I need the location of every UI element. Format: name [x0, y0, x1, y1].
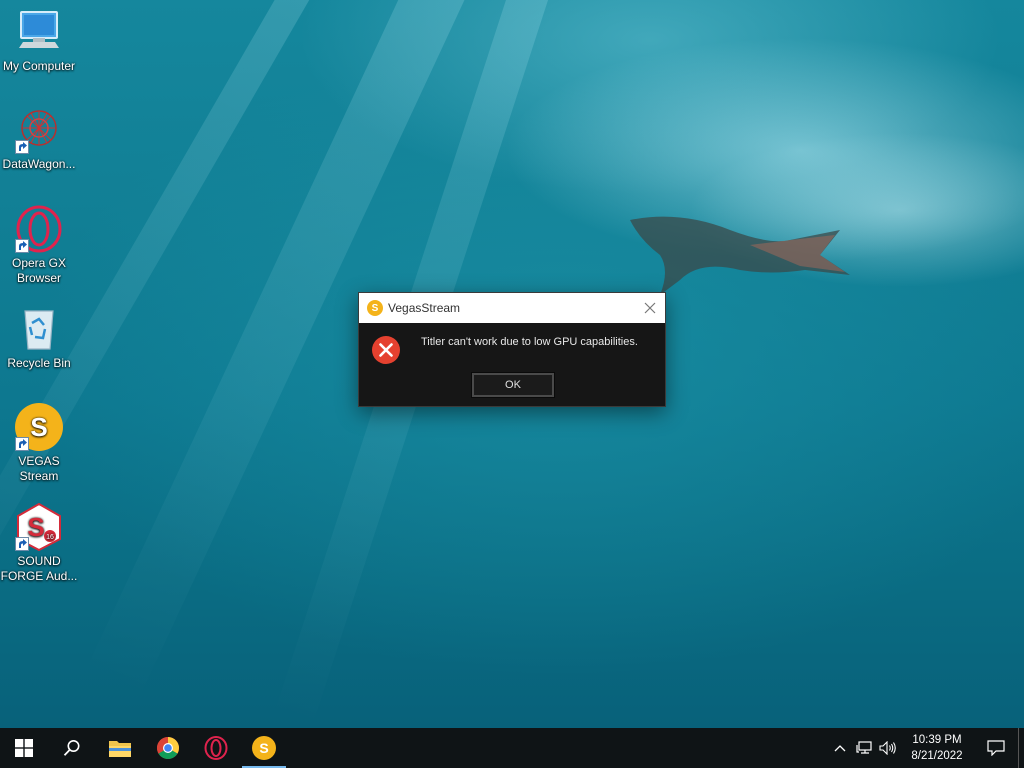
desktop-icon-vegas-stream[interactable]: S VEGAS Stream [0, 403, 78, 484]
dialog-message: Titler can't work due to low GPU capabil… [421, 336, 638, 348]
taskbar: S 10:39 PM 8/21/2022 [0, 728, 1024, 768]
chrome-icon [157, 737, 179, 759]
sound-forge-icon: S 16 [15, 502, 63, 552]
network-button[interactable] [852, 728, 876, 768]
volume-icon [879, 741, 896, 755]
desktop-icon-label: My Computer [2, 59, 76, 73]
svg-text:S: S [30, 412, 47, 442]
error-dialog: S VegasStream Titler can't work due to l… [358, 292, 666, 407]
desktop-icon-label: Opera GX Browser [11, 256, 67, 285]
opera-gx-icon [15, 205, 63, 253]
desktop-icon-label: SOUND FORGE Aud... [0, 554, 78, 583]
shortcut-arrow-icon [15, 239, 29, 253]
vegas-stream-icon: S [367, 300, 383, 316]
search-icon [63, 740, 80, 756]
taskbar-clock[interactable]: 10:39 PM 8/21/2022 [900, 728, 974, 768]
desktop-icon-datawagon[interactable]: DataWagon... [0, 106, 78, 172]
taskbar-file-explorer[interactable] [96, 728, 144, 768]
shortcut-arrow-icon [15, 437, 29, 451]
notification-icon [987, 740, 1005, 756]
taskbar-opera[interactable] [192, 728, 240, 768]
computer-icon [15, 8, 63, 56]
clock-date: 8/21/2022 [911, 750, 963, 762]
dialog-body: Titler can't work due to low GPU capabil… [359, 323, 665, 406]
opera-icon [204, 736, 228, 760]
datawagon-icon [15, 106, 63, 154]
desktop-icon-recycle-bin[interactable]: Recycle Bin [0, 305, 78, 371]
desktop-icon-label: DataWagon... [2, 157, 76, 171]
vegas-stream-icon: S [15, 403, 63, 451]
close-button[interactable] [635, 293, 665, 323]
desktop-icon-opera-gx[interactable]: Opera GX Browser [0, 205, 78, 286]
close-icon [644, 302, 656, 314]
shortcut-arrow-icon [15, 140, 29, 154]
taskbar-vegas-stream[interactable]: S [240, 728, 288, 768]
desktop-icon-label: VEGAS Stream [18, 454, 60, 483]
network-icon [856, 741, 872, 754]
desktop-icon-label: Recycle Bin [7, 356, 71, 370]
start-button[interactable] [0, 728, 48, 768]
desktop-icon-my-computer[interactable]: My Computer [0, 8, 78, 74]
shortcut-arrow-icon [15, 537, 29, 551]
action-center-button[interactable] [974, 728, 1018, 768]
error-icon [372, 336, 400, 364]
app-icon-letter: S [371, 302, 379, 314]
system-tray: 10:39 PM 8/21/2022 [828, 728, 1024, 768]
search-button[interactable] [48, 728, 96, 768]
volume-button[interactable] [876, 728, 900, 768]
ok-button[interactable]: OK [471, 372, 555, 398]
svg-text:S: S [259, 740, 268, 756]
svg-text:S: S [27, 512, 44, 542]
start-icon [15, 739, 33, 757]
dialog-title: VegasStream [388, 301, 461, 315]
svg-text:16: 16 [46, 534, 54, 541]
desktop-icon-sound-forge[interactable]: S 16 SOUND FORGE Aud... [0, 502, 78, 584]
dialog-titlebar[interactable]: S VegasStream [359, 293, 665, 323]
chevron-up-icon [834, 745, 846, 752]
clock-time: 10:39 PM [912, 734, 962, 746]
recycle-bin-icon [15, 305, 63, 353]
file-explorer-icon [109, 741, 131, 757]
vegas-stream-icon: S [252, 736, 276, 760]
show-hidden-icons-button[interactable] [828, 728, 852, 768]
taskbar-chrome[interactable] [144, 728, 192, 768]
show-desktop-button[interactable] [1018, 728, 1024, 768]
